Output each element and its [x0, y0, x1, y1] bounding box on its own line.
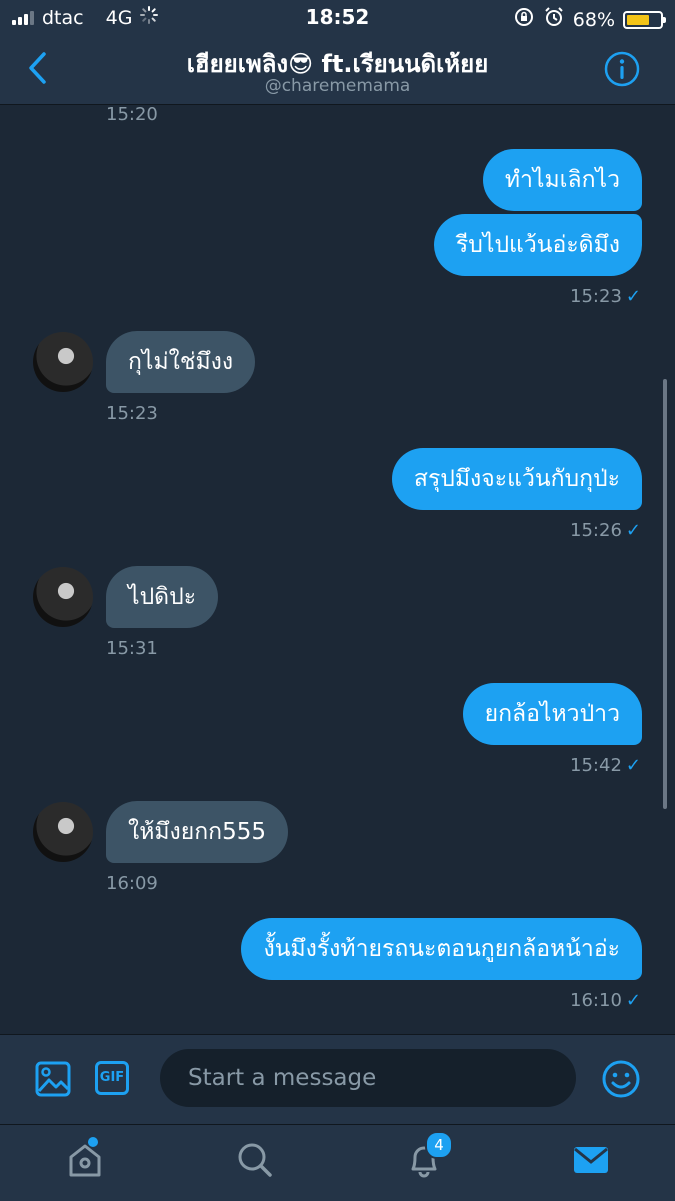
- outgoing-message[interactable]: ทำไมเลิกไว: [482, 149, 642, 211]
- tab-search[interactable]: [236, 1141, 274, 1183]
- sent-check-icon: ✓: [625, 990, 641, 1011]
- search-icon: [238, 1143, 272, 1177]
- message-timestamp: 15:26 ✓: [570, 520, 641, 541]
- info-button[interactable]: [603, 50, 641, 92]
- message-timestamp: 15:31: [106, 638, 158, 659]
- sent-check-icon: ✓: [625, 520, 641, 541]
- new-content-dot: [88, 1137, 98, 1147]
- message-timestamp: 15:42 ✓: [570, 755, 641, 776]
- incoming-message[interactable]: กุไม่ใช่มึงง: [106, 331, 256, 393]
- avatar[interactable]: [33, 332, 93, 392]
- incoming-message[interactable]: ให้มึงยกก555: [106, 801, 289, 863]
- mail-icon: [574, 1147, 608, 1173]
- sent-check-icon: ✓: [625, 286, 641, 307]
- notification-badge: 4: [425, 1131, 453, 1159]
- conversation-handle: @charememama: [264, 76, 411, 96]
- message-timestamp: 15:20: [106, 104, 158, 125]
- message-thread[interactable]: 15:20 ทำไมเลิกไว รีบไปแว้นอ่ะดิมึง 15:23…: [0, 104, 675, 1034]
- outgoing-message[interactable]: สรุปมึงจะแว้นกับกุป่ะ: [391, 448, 642, 510]
- message-input[interactable]: Start a message: [160, 1049, 576, 1107]
- alarm-icon: [543, 6, 565, 33]
- scrollbar[interactable]: [663, 379, 667, 809]
- message-timestamp: 15:23: [106, 403, 158, 424]
- incoming-message[interactable]: ไปดิปะ: [106, 566, 219, 628]
- battery-icon: [623, 10, 666, 29]
- home-icon: [69, 1144, 101, 1177]
- conversation-header: เฮียยเพลิง😎 ft.เรียนนดิเห้ยย @charememam…: [0, 36, 675, 105]
- message-timestamp: 15:23 ✓: [570, 286, 641, 307]
- avatar[interactable]: [33, 802, 93, 862]
- outgoing-message[interactable]: งั้นมึงรั้งท้ายรถนะตอนกูยกล้อหน้าอ่ะ: [241, 918, 642, 980]
- message-timestamp: 16:09: [106, 873, 158, 894]
- emoji-button[interactable]: [601, 1059, 641, 1103]
- message-composer: GIF Start a message: [0, 1034, 675, 1125]
- rotation-lock-icon: [513, 6, 535, 33]
- tab-messages[interactable]: [572, 1141, 610, 1183]
- tab-home[interactable]: [66, 1137, 104, 1183]
- outgoing-message[interactable]: ยกล้อไหวป่าว: [462, 683, 642, 745]
- image-upload-button[interactable]: [35, 1061, 71, 1101]
- gif-button[interactable]: GIF: [95, 1061, 129, 1095]
- avatar[interactable]: [33, 567, 93, 627]
- battery-percent: 68%: [572, 8, 615, 31]
- status-bar: dtac 4G 18:52 68%: [0, 0, 675, 36]
- message-timestamp: 16:10 ✓: [570, 990, 641, 1011]
- tab-notifications[interactable]: 4: [405, 1131, 453, 1183]
- bottom-tab-bar: 4: [0, 1124, 675, 1201]
- sent-check-icon: ✓: [625, 755, 641, 776]
- outgoing-message[interactable]: รีบไปแว้นอ่ะดิมึง: [433, 214, 642, 276]
